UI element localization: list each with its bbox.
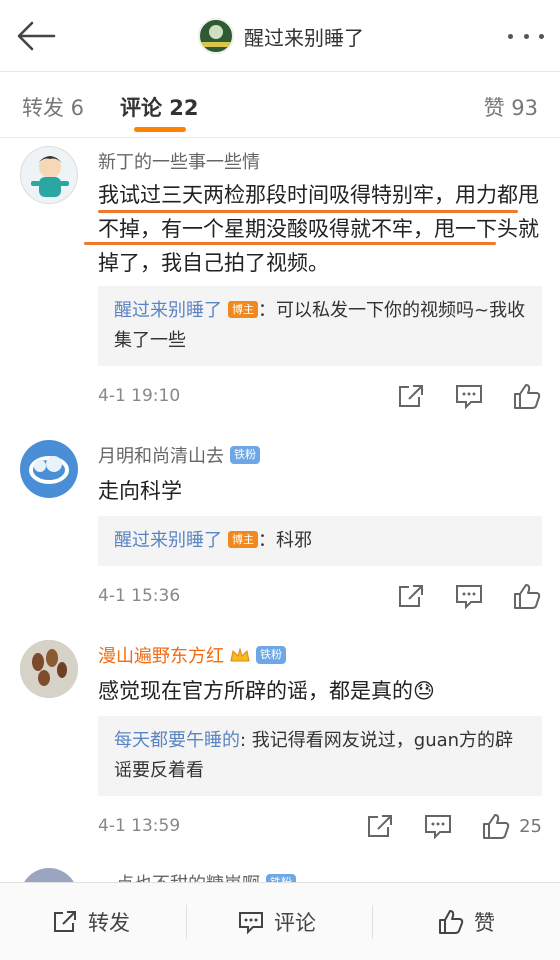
thumbs-up-icon bbox=[439, 910, 464, 934]
thumbs-up-icon[interactable] bbox=[481, 812, 511, 840]
comment-username[interactable]: 一点也不甜的糖崽啊 铁粉 bbox=[98, 870, 296, 882]
title-group[interactable]: 醒过来别睡了 bbox=[198, 16, 364, 56]
avatar[interactable] bbox=[20, 868, 78, 882]
comment-username[interactable]: 新丁的一些事一些情 bbox=[98, 148, 260, 174]
comment-item: 一点也不甜的糖崽啊 铁粉 bbox=[0, 866, 560, 882]
repost-button[interactable]: 转发 bbox=[52, 907, 130, 937]
thumbs-up-icon[interactable] bbox=[512, 582, 542, 610]
comment-text: 我试过三天两检那段时间吸得特别牢，用力都甩不掉，有一个星期没酸吸得就不牢，甩一下… bbox=[98, 183, 539, 275]
host-badge: 博主 bbox=[228, 301, 258, 318]
highlight-underline bbox=[84, 242, 496, 245]
back-arrow-icon[interactable] bbox=[14, 18, 58, 54]
comment-icon bbox=[239, 912, 263, 935]
comment-username[interactable]: 漫山遍野东方红 铁粉 bbox=[98, 642, 286, 668]
comment-actions bbox=[368, 582, 542, 610]
tab-repost[interactable]: 转发 6 bbox=[22, 92, 84, 122]
reply-author[interactable]: 每天都要午睡的 bbox=[114, 730, 240, 751]
comment-button[interactable]: 评论 bbox=[238, 907, 316, 937]
reply-box[interactable]: 醒过来别睡了 博主 ：可以私发一下你的视频吗~我收集了一些 bbox=[98, 286, 542, 366]
crown-icon bbox=[230, 647, 250, 662]
page-title: 醒过来别睡了 bbox=[244, 25, 364, 50]
avatar[interactable] bbox=[20, 146, 78, 204]
fan-badge: 铁粉 bbox=[230, 446, 260, 464]
tab-likes[interactable]: 赞 93 bbox=[484, 92, 538, 122]
reply-box[interactable]: 醒过来别睡了 博主 ：科邪 bbox=[98, 516, 542, 566]
share-icon[interactable] bbox=[396, 382, 426, 410]
comment-actions: 25 bbox=[337, 812, 542, 840]
more-dots-icon[interactable] bbox=[508, 26, 544, 46]
title-avatar bbox=[198, 18, 234, 54]
reply-box[interactable]: 每天都要午睡的: 我记得看网友说过，guan方的辟谣要反着看 bbox=[98, 716, 542, 796]
like-count: 25 bbox=[519, 815, 542, 837]
share-icon[interactable] bbox=[365, 812, 395, 840]
comment-time: 4-1 13:59 bbox=[98, 816, 181, 836]
comment-time: 4-1 19:10 bbox=[98, 386, 181, 406]
share-icon[interactable] bbox=[396, 582, 426, 610]
highlight-underline bbox=[98, 210, 518, 213]
host-badge: 博主 bbox=[228, 531, 258, 548]
fan-badge: 铁粉 bbox=[256, 646, 286, 664]
reply-author[interactable]: 醒过来别睡了 bbox=[114, 300, 222, 321]
comment-time: 4-1 15:36 bbox=[98, 586, 181, 606]
comment-username[interactable]: 月明和尚清山去 铁粉 bbox=[98, 442, 260, 468]
comment-actions bbox=[368, 382, 542, 410]
avatar[interactable] bbox=[20, 440, 78, 498]
top-bar: 醒过来别睡了 bbox=[0, 0, 560, 72]
comment-icon[interactable] bbox=[454, 582, 484, 610]
like-button[interactable]: 赞 bbox=[438, 907, 495, 937]
avatar[interactable] bbox=[20, 640, 78, 698]
tab-bar: 转发 6 评论 22 赞 93 bbox=[0, 72, 560, 138]
bottom-action-bar: 转发 评论 赞 bbox=[0, 882, 560, 960]
comment-text: 感觉现在官方所辟的谣，都是真的😓 bbox=[98, 679, 435, 703]
comment-icon[interactable] bbox=[423, 812, 453, 840]
fan-badge: 铁粉 bbox=[266, 874, 296, 882]
tab-active-indicator bbox=[134, 127, 186, 132]
reply-text: ：科邪 bbox=[258, 530, 312, 551]
thumbs-up-icon[interactable] bbox=[512, 382, 542, 410]
repost-icon bbox=[54, 911, 76, 932]
reply-author[interactable]: 醒过来别睡了 bbox=[114, 530, 222, 551]
divider bbox=[372, 905, 373, 939]
comment-text: 走向科学 bbox=[98, 479, 182, 503]
divider bbox=[186, 905, 187, 939]
tab-comments[interactable]: 评论 22 bbox=[120, 92, 199, 122]
comment-icon[interactable] bbox=[454, 382, 484, 410]
